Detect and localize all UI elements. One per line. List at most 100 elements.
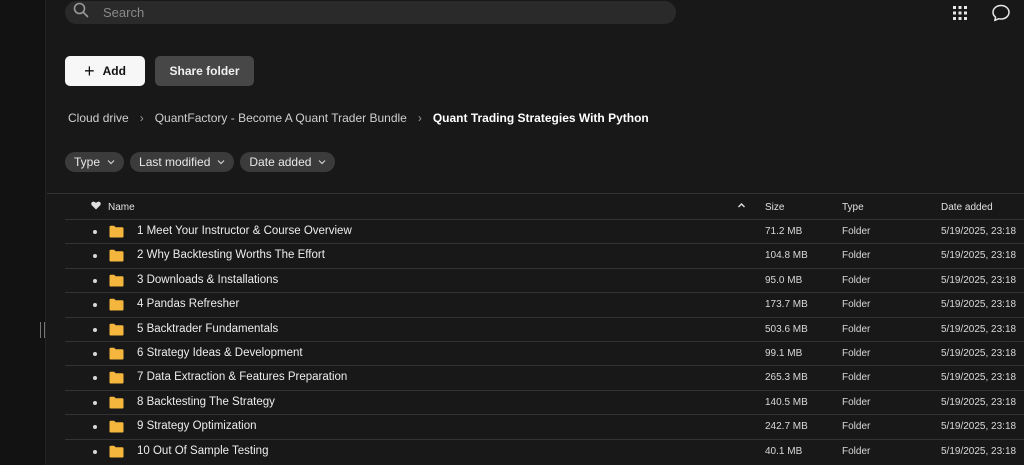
resize-handle[interactable]: [40, 322, 45, 338]
folder-icon: [109, 225, 124, 243]
bullet: [93, 327, 97, 332]
table-divider: [47, 193, 1024, 194]
row-date-added: 5/19/2025, 23:18: [941, 250, 1017, 262]
column-header-date-added[interactable]: Date added: [941, 202, 993, 213]
row-date-added: 5/19/2025, 23:18: [941, 421, 1017, 433]
table-row[interactable]: 4 Pandas Refresher 173.7 MB Folder 5/19/202…: [65, 292, 1024, 316]
row-size: 265.3 MB: [765, 372, 808, 384]
table-row[interactable]: 2 Why Backtesting Worths The Effort 104.8…: [65, 243, 1024, 267]
chevron-down-icon: [107, 160, 115, 165]
bullet: [93, 351, 97, 356]
share-folder-button[interactable]: Share folder: [155, 56, 254, 86]
bullet: [93, 303, 97, 308]
row-type: Folder: [842, 250, 871, 262]
row-type: Folder: [842, 396, 871, 408]
search-bar[interactable]: [65, 1, 676, 24]
table-row[interactable]: 1 Meet Your Instructor & Course Overview…: [65, 219, 1024, 243]
search-icon: [73, 2, 89, 23]
row-name[interactable]: 7 Data Extraction & Features Preparation: [137, 371, 347, 383]
row-type: Folder: [842, 274, 871, 286]
folder-icon: [109, 298, 124, 316]
row-size: 95.0 MB: [765, 274, 803, 286]
filter-date-added[interactable]: Date added: [240, 152, 336, 172]
table-row[interactable]: 7 Data Extraction & Features Preparation…: [65, 365, 1024, 389]
filter-date-added-label: Date added: [249, 155, 312, 169]
left-sidebar: [0, 0, 46, 465]
chevron-down-icon: [217, 160, 225, 165]
row-type: Folder: [842, 445, 871, 457]
row-size: 242.7 MB: [765, 421, 808, 433]
table-row[interactable]: 9 Strategy Optimization 242.7 MB Folder 5/1…: [65, 414, 1024, 438]
row-type: Folder: [842, 372, 871, 384]
folder-icon: [109, 347, 124, 365]
bullet: [93, 376, 97, 381]
apps-grid-icon[interactable]: [950, 3, 970, 23]
chat-icon[interactable]: [991, 3, 1011, 23]
table-row[interactable]: 3 Downloads & Installations 95.0 MB Folder…: [65, 267, 1024, 292]
row-name[interactable]: 2 Why Backtesting Worths The Effort: [137, 249, 325, 261]
bullet: [93, 425, 97, 430]
row-name[interactable]: 8 Backtesting The Strategy: [137, 396, 275, 408]
row-date-added: 5/19/2025, 23:18: [941, 274, 1017, 286]
breadcrumb-item-cloud-drive[interactable]: Cloud drive: [68, 111, 129, 125]
row-size: 503.6 MB: [765, 323, 808, 335]
folder-icon: [109, 420, 124, 438]
table-row[interactable]: 5 Backtrader Fundamentals 503.6 MB Folder 5…: [65, 316, 1024, 341]
row-name[interactable]: 1 Meet Your Instructor & Course Overview: [137, 225, 352, 237]
table-row[interactable]: 8 Backtesting The Strategy 140.5 MB Folder…: [65, 389, 1024, 414]
filter-last-modified[interactable]: Last modified: [130, 152, 235, 172]
row-size: 104.8 MB: [765, 250, 808, 262]
row-name[interactable]: 4 Pandas Refresher: [137, 298, 239, 310]
row-size: 173.7 MB: [765, 299, 808, 311]
main-panel: + Add Share folder Cloud drive › QuantFa…: [47, 0, 1024, 465]
chevron-right-icon: ›: [417, 111, 422, 125]
table-header: Name Size Type Date added: [47, 195, 1024, 219]
file-list: 1 Meet Your Instructor & Course Overview…: [47, 219, 1024, 463]
row-type: Folder: [842, 323, 871, 335]
row-name[interactable]: 6 Strategy Ideas & Development: [137, 347, 303, 359]
sort-ascending-icon[interactable]: [737, 201, 746, 213]
row-type: Folder: [842, 226, 871, 237]
folder-icon: [109, 249, 124, 267]
heart-icon[interactable]: [91, 201, 101, 213]
breadcrumb-item-current: Quant Trading Strategies With Python: [432, 111, 649, 125]
folder-icon: [109, 323, 124, 341]
add-button[interactable]: + Add: [65, 56, 145, 86]
row-name[interactable]: 10 Out Of Sample Testing: [137, 445, 268, 457]
row-name[interactable]: 3 Downloads & Installations: [137, 274, 278, 286]
share-folder-label: Share folder: [169, 64, 240, 78]
row-type: Folder: [842, 347, 871, 359]
bullet: [93, 449, 97, 454]
breadcrumb-item-bundle[interactable]: QuantFactory - Become A Quant Trader Bun…: [155, 111, 407, 125]
row-date-added: 5/19/2025, 23:18: [941, 347, 1017, 359]
bullet: [93, 278, 97, 283]
filter-bar: Type Last modified Date added: [65, 152, 341, 172]
folder-icon: [109, 274, 124, 292]
column-header-type[interactable]: Type: [842, 202, 864, 213]
row-date-added: 5/19/2025, 23:18: [941, 323, 1017, 335]
bullet: [93, 400, 97, 405]
row-date-added: 5/19/2025, 23:18: [941, 445, 1017, 457]
filter-last-modified-label: Last modified: [139, 155, 211, 169]
folder-icon: [109, 371, 124, 389]
row-date-added: 5/19/2025, 23:18: [941, 299, 1017, 311]
add-button-label: Add: [102, 64, 126, 78]
row-size: 40.1 MB: [765, 445, 803, 457]
search-input[interactable]: [103, 5, 603, 20]
row-type: Folder: [842, 421, 871, 433]
column-header-size[interactable]: Size: [765, 202, 784, 213]
row-name[interactable]: 5 Backtrader Fundamentals: [137, 323, 278, 335]
table-row[interactable]: 6 Strategy Ideas & Development 99.1 MB Fol…: [65, 340, 1024, 365]
filter-type[interactable]: Type: [65, 152, 125, 172]
plus-icon: +: [84, 61, 95, 81]
row-size: 140.5 MB: [765, 396, 808, 408]
row-name[interactable]: 9 Strategy Optimization: [137, 420, 257, 432]
row-type: Folder: [842, 299, 871, 311]
column-header-name[interactable]: Name: [108, 202, 135, 213]
chevron-down-icon: [319, 160, 326, 165]
row-date-added: 5/19/2025, 23:18: [941, 226, 1017, 237]
table-row[interactable]: 10 Out Of Sample Testing 40.1 MB Folder 5/1…: [65, 438, 1024, 463]
breadcrumb: Cloud drive › QuantFactory - Become A Qu…: [68, 111, 649, 125]
folder-icon: [109, 445, 124, 463]
chevron-right-icon: ›: [139, 111, 144, 125]
